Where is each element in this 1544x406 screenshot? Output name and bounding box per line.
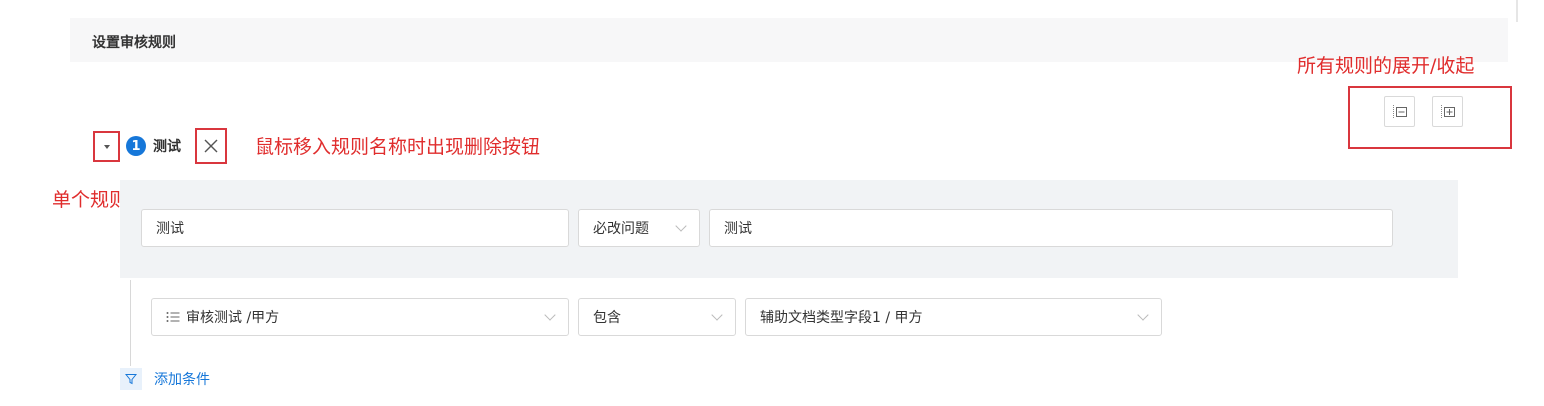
condition-operator-value: 包含 bbox=[593, 310, 621, 326]
expand-all-icon bbox=[1440, 104, 1455, 119]
chevron-down-icon bbox=[544, 309, 556, 321]
annotation-delete-hint: 鼠标移入规则名称时出现删除按钮 bbox=[255, 136, 541, 158]
section-title: 设置审核规则 bbox=[92, 35, 176, 51]
caret-down-icon bbox=[103, 144, 110, 149]
condition-operator-select[interactable]: 包含 bbox=[578, 298, 736, 336]
collapse-all-button[interactable] bbox=[1384, 96, 1415, 127]
condition-field-value: 审核测试 /甲方 bbox=[186, 310, 280, 326]
add-condition-button[interactable]: 添加条件 bbox=[120, 368, 210, 390]
rule-message-input[interactable]: 测试 bbox=[709, 209, 1393, 247]
chevron-down-icon bbox=[675, 220, 687, 232]
condition-field-select[interactable]: 审核测试 /甲方 bbox=[151, 298, 569, 336]
chevron-down-icon bbox=[711, 309, 723, 321]
rule-index-badge: 1 bbox=[126, 136, 146, 156]
rule-name-input[interactable]: 测试 bbox=[141, 209, 569, 247]
condition-value-select[interactable]: 辅助文档类型字段1 / 甲方 bbox=[745, 298, 1162, 336]
scrollbar-edge bbox=[1516, 0, 1518, 22]
condition-tree-line bbox=[130, 280, 131, 366]
list-icon bbox=[166, 311, 180, 323]
expand-all-button[interactable] bbox=[1432, 96, 1463, 127]
filter-icon bbox=[120, 368, 142, 390]
add-condition-label: 添加条件 bbox=[154, 372, 210, 388]
rule-type-select[interactable]: 必改问题 bbox=[578, 209, 700, 247]
delete-rule-button[interactable] bbox=[195, 128, 227, 164]
condition-value-value: 辅助文档类型字段1 / 甲方 bbox=[760, 310, 923, 326]
chevron-down-icon bbox=[1137, 309, 1149, 321]
rule-collapse-toggle[interactable] bbox=[93, 131, 120, 162]
annotation-all-rules: 所有规则的展开/收起 bbox=[1297, 55, 1475, 77]
close-icon bbox=[204, 139, 218, 153]
annotation-box-all-rules bbox=[1348, 86, 1512, 149]
rule-message-input-value: 测试 bbox=[724, 221, 752, 237]
rule-name[interactable]: 测试 bbox=[153, 136, 181, 156]
collapse-all-icon bbox=[1392, 104, 1407, 119]
section-header: 设置审核规则 bbox=[70, 18, 1508, 62]
rule-name-input-value: 测试 bbox=[156, 221, 184, 237]
rule-type-select-value: 必改问题 bbox=[593, 221, 649, 237]
